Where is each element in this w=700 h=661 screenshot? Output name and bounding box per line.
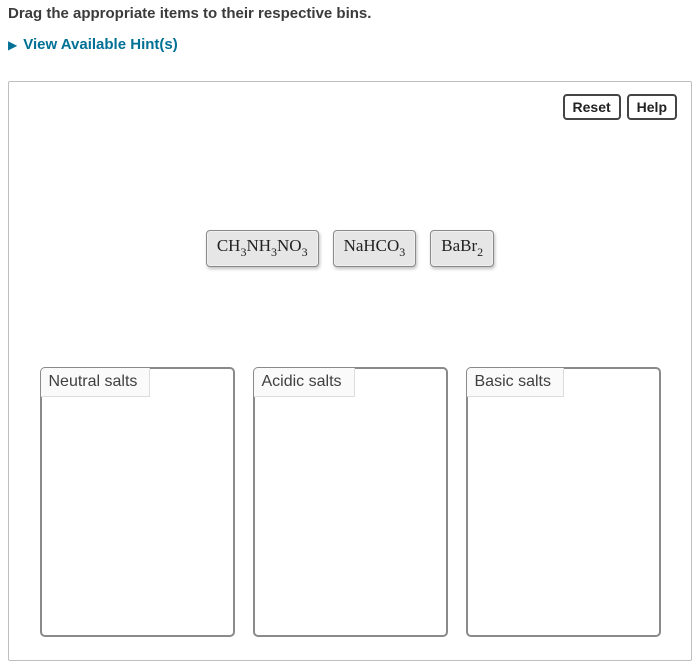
work-area: Reset Help CH3NH3NO3 NaHCO3 BaBr2 Neutra… — [8, 81, 692, 661]
draggable-item-ch3nh3no3[interactable]: CH3NH3NO3 — [206, 230, 319, 267]
draggable-items-row: CH3NH3NO3 NaHCO3 BaBr2 — [23, 230, 677, 267]
reset-button[interactable]: Reset — [563, 94, 621, 120]
help-button[interactable]: Help — [627, 94, 677, 120]
bin-neutral-salts[interactable]: Neutral salts — [40, 367, 235, 637]
button-row: Reset Help — [23, 94, 677, 120]
bin-basic-salts[interactable]: Basic salts — [466, 367, 661, 637]
bin-label: Neutral salts — [41, 368, 151, 397]
bin-acidic-salts[interactable]: Acidic salts — [253, 367, 448, 637]
hints-link-label: View Available Hint(s) — [23, 36, 178, 53]
instruction-text: Drag the appropriate items to their resp… — [0, 0, 700, 28]
hints-toggle[interactable]: ▶ View Available Hint(s) — [0, 28, 700, 69]
draggable-item-babr2[interactable]: BaBr2 — [430, 230, 494, 267]
bin-label: Basic salts — [467, 368, 564, 397]
bins-row: Neutral salts Acidic salts Basic salts — [23, 367, 677, 637]
draggable-item-nahco3[interactable]: NaHCO3 — [333, 230, 417, 267]
caret-right-icon: ▶ — [8, 38, 17, 52]
bin-label: Acidic salts — [254, 368, 355, 397]
